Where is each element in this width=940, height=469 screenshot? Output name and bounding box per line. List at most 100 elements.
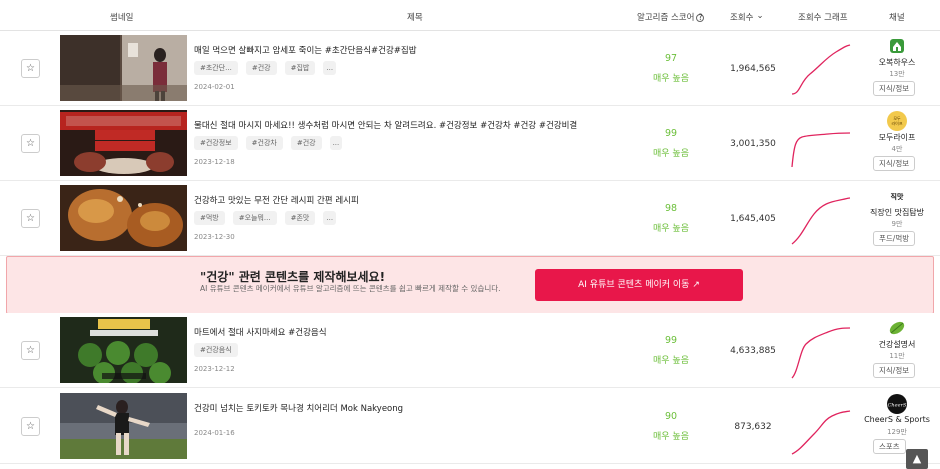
table-header: 썸네일 제목 알고리즘 스코어? 조회수 ⌄ 조회수 그래프 채널 [0, 0, 940, 31]
table-row: ☆ 건강하고 맛있는 무전 간단 레시피 간편 레시피 #먹방 #오늘뭐... #존… [0, 181, 940, 256]
more-tags[interactable]: ... [323, 61, 337, 75]
channel-logo[interactable]: 직맛 [887, 186, 907, 206]
view-graph [791, 197, 851, 245]
view-count: 3,001,350 [730, 139, 776, 149]
video-title[interactable]: 물대신 절대 마시지 마세요!! 생수처럼 마시면 안되는 차 알려드려요. #… [194, 119, 577, 131]
arrow-up-icon[interactable]: ▲ [906, 449, 928, 469]
tag[interactable]: #집밥 [284, 61, 316, 75]
video-title[interactable]: 건강하고 맛있는 무전 간단 레시피 간편 레시피 [194, 194, 359, 206]
more-tags[interactable]: ... [329, 136, 343, 150]
table-row: ☆ 물대신 절대 마시지 마세요!! 생수처럼 마시면 안되는 차 알려드려요.… [0, 106, 940, 181]
channel-name[interactable]: 건강설명서 [848, 339, 940, 350]
algorithm-score-label: 매우 높음 [653, 224, 689, 234]
channel-name[interactable]: 모두라이프 [848, 132, 940, 143]
channel-name[interactable]: CheerS & Sports [848, 415, 940, 424]
tag[interactable]: #건강정보 [194, 136, 238, 150]
channel-subscribers: 4만 [891, 145, 903, 153]
view-graph [791, 327, 851, 379]
channel-logo[interactable]: CheerS [887, 394, 907, 414]
video-thumbnail[interactable] [60, 35, 187, 101]
tag[interactable]: #존맛 [284, 211, 316, 225]
tag[interactable]: #먹방 [194, 211, 225, 225]
video-thumbnail[interactable] [60, 110, 187, 176]
channel-logo[interactable]: 모두 라이프 [887, 111, 907, 131]
header-algorithm-score-label: 알고리즘 스코어 [637, 13, 695, 23]
more-tags[interactable]: ... [323, 211, 337, 225]
header-view-graph: 조회수 그래프 [798, 13, 848, 23]
channel-logo[interactable] [887, 318, 907, 338]
upload-date: 2023-12-18 [194, 158, 235, 166]
algorithm-score-label: 매우 높음 [653, 356, 689, 366]
header-channel: 채널 [889, 13, 905, 23]
tag[interactable]: #오늘뭐... [232, 211, 277, 225]
upload-date: 2023-12-12 [194, 365, 235, 373]
svg-text:CheerS: CheerS [888, 403, 907, 409]
view-graph [791, 410, 851, 455]
table-row: ☆ 매일 먹으면 살빠지고 암세포 죽이는 #초간단음식#건강#집밥 #초간단.… [0, 31, 940, 106]
star-icon[interactable]: ☆ [21, 341, 40, 360]
channel-subscribers: 13만 [889, 70, 905, 78]
channel-name[interactable]: 오복하우스 [848, 57, 940, 68]
header-algorithm-score[interactable]: 알고리즘 스코어? [637, 11, 705, 23]
chevron-down-icon: ⌄ [756, 11, 764, 21]
channel-category[interactable]: 지식/정보 [873, 156, 916, 171]
channel-name[interactable]: 직장인 맛집탐방 [848, 207, 940, 218]
channel-category[interactable]: 푸드/먹방 [873, 231, 916, 246]
banner-subtitle: AI 유튜브 콘텐츠 메이커에서 유튜브 알고리즘에 뜨는 콘텐츠를 쉽고 빠르… [200, 284, 501, 293]
tag[interactable]: #건강차 [245, 136, 283, 150]
table-row: ☆ 건강미 넘치는 토키토카 목나경 치어리더 Mok Nakyeong 202… [0, 389, 940, 464]
info-icon[interactable]: ? [696, 14, 705, 22]
channel-subscribers: 129만 [887, 428, 907, 436]
algorithm-score: 90 [664, 411, 678, 422]
algorithm-score: 97 [664, 53, 678, 64]
tag-list: #먹방 #오늘뭐... #존맛... [194, 211, 340, 225]
algorithm-score-label: 매우 높음 [653, 432, 689, 442]
video-title[interactable]: 건강미 넘치는 토키토카 목나경 치어리더 Mok Nakyeong [194, 402, 403, 414]
tag[interactable]: #건강 [245, 61, 277, 75]
svg-text:라이프: 라이프 [891, 120, 902, 126]
algorithm-score: 99 [664, 335, 678, 346]
algorithm-score-label: 매우 높음 [653, 149, 689, 159]
upload-date: 2023-12-30 [194, 233, 235, 241]
channel-category[interactable]: 스포츠 [873, 439, 906, 454]
tag-list: #초간단... #건강 #집밥... [194, 61, 340, 75]
banner-title: "건강" 관련 콘텐츠를 제작해보세요! [200, 270, 386, 284]
video-thumbnail[interactable] [60, 317, 187, 383]
channel-subscribers: 11만 [889, 352, 905, 360]
video-thumbnail[interactable] [60, 185, 187, 251]
channel-subscribers: 9만 [891, 220, 903, 228]
view-count: 873,632 [734, 422, 772, 432]
header-title: 제목 [407, 13, 423, 23]
content-maker-button[interactable]: AI 유튜브 콘텐츠 메이커 이동 ↗ [535, 269, 743, 301]
view-graph [791, 132, 851, 168]
tag[interactable]: #건강음식 [194, 343, 238, 357]
tag-list: #건강음식 [194, 343, 242, 357]
channel-category[interactable]: 지식/정보 [873, 363, 916, 378]
video-title[interactable]: 매일 먹으면 살빠지고 암세포 죽이는 #초간단음식#건강#집밥 [194, 44, 417, 56]
view-graph [791, 44, 851, 95]
table-row: ☆ 마트에서 절대 사지마세요 #건강음식 #건강음식 2023-12-12 9… [0, 313, 940, 388]
star-icon[interactable]: ☆ [21, 134, 40, 153]
star-icon[interactable]: ☆ [21, 59, 40, 78]
algorithm-score-label: 매우 높음 [653, 74, 689, 84]
header-views-sort[interactable]: 조회수 ⌄ [730, 11, 764, 23]
algorithm-score: 98 [664, 203, 678, 214]
tag[interactable]: #건강 [290, 136, 322, 150]
view-count: 4,633,885 [730, 346, 776, 356]
video-thumbnail[interactable] [60, 393, 187, 459]
upload-date: 2024-02-01 [194, 83, 235, 91]
view-count: 1,964,565 [730, 64, 776, 74]
star-icon[interactable]: ☆ [21, 209, 40, 228]
channel-category[interactable]: 지식/정보 [873, 81, 916, 96]
header-views-label: 조회수 [730, 13, 754, 23]
content-maker-banner: "건강" 관련 콘텐츠를 제작해보세요! AI 유튜브 콘텐츠 메이커에서 유튜… [6, 256, 934, 314]
tag[interactable]: #초간단... [194, 61, 238, 75]
star-icon[interactable]: ☆ [21, 417, 40, 436]
header-thumbnail: 썸네일 [110, 13, 134, 23]
tag-list: #건강정보 #건강차 #건강... [194, 136, 346, 150]
channel-logo[interactable] [887, 36, 907, 56]
video-title[interactable]: 마트에서 절대 사지마세요 #건강음식 [194, 326, 327, 338]
view-count: 1,645,405 [730, 214, 776, 224]
algorithm-score: 99 [664, 128, 678, 139]
upload-date: 2024-01-16 [194, 429, 235, 437]
